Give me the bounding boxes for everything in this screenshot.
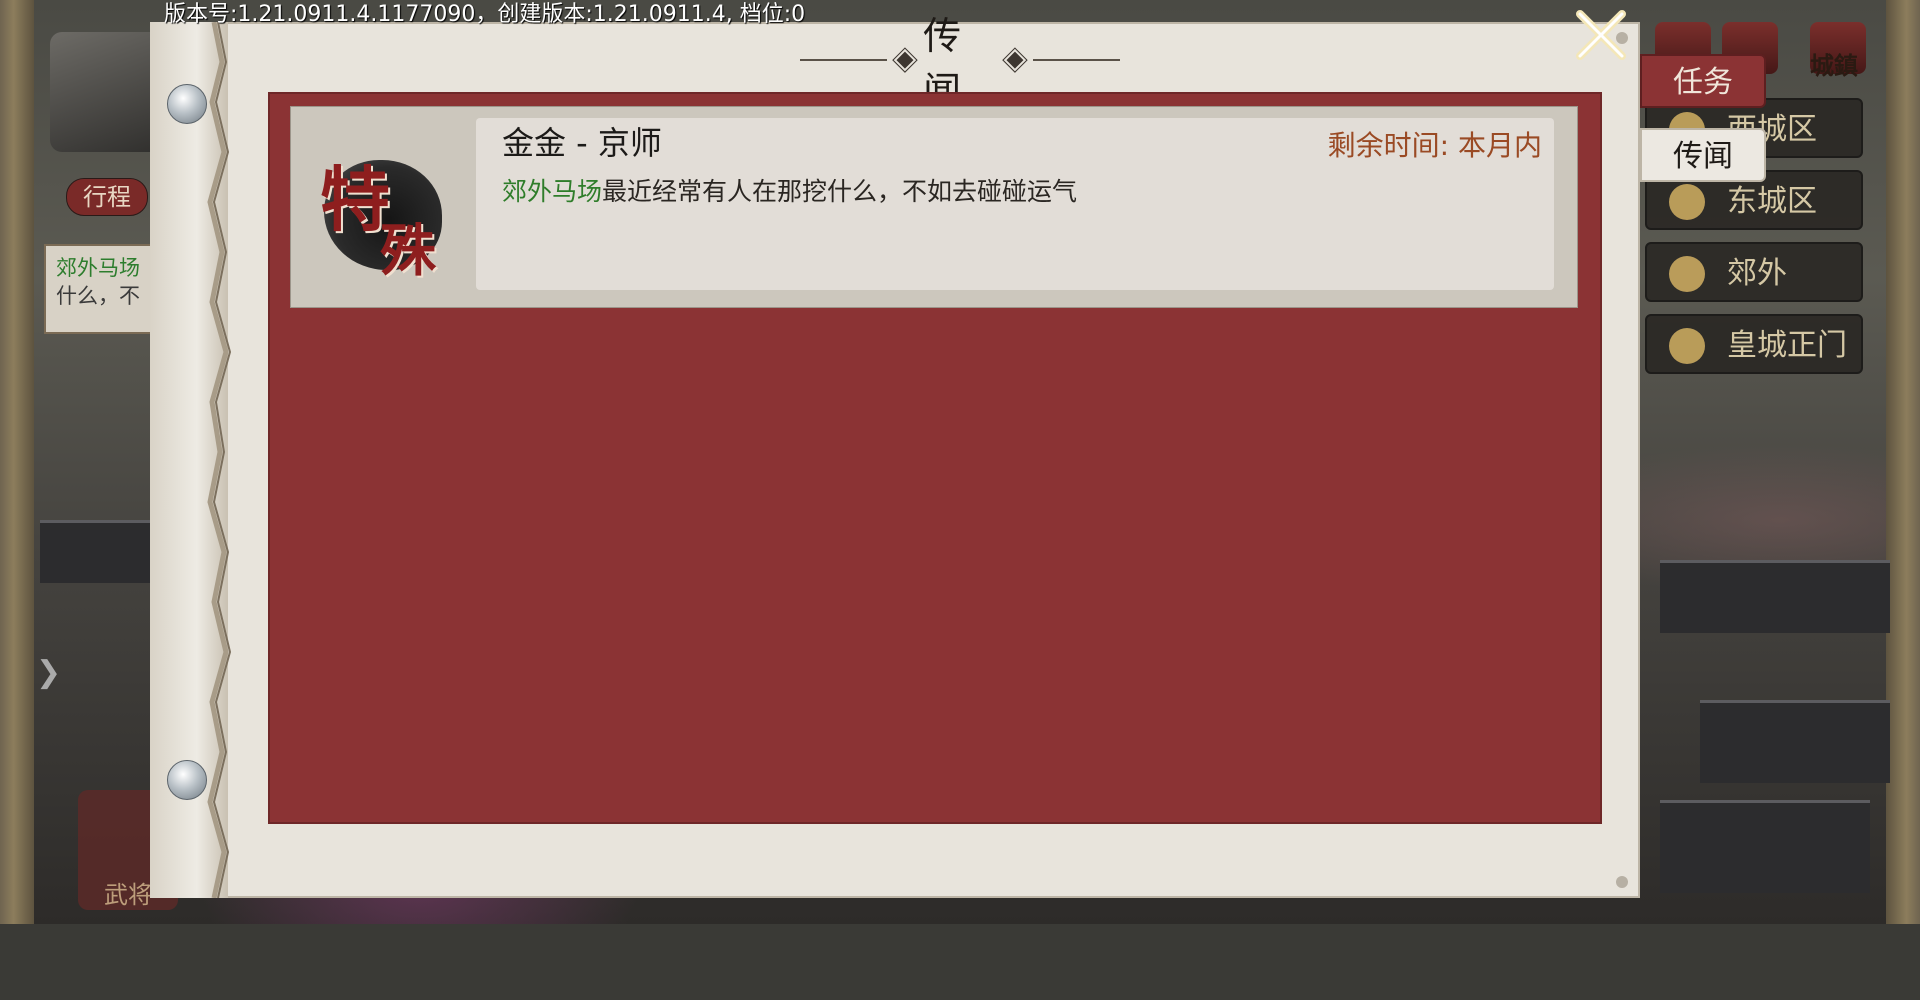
tab-task[interactable]: 任务 (1640, 54, 1766, 108)
nav-suburbs[interactable]: 郊外 (1645, 242, 1863, 302)
badge-char-2: 殊 (380, 218, 436, 284)
title-line-right (1032, 59, 1120, 61)
rumor-description: 郊外马场最近经常有人在那挖什么，不如去碰碰运气 (502, 172, 1077, 208)
title-line-left (800, 59, 888, 61)
gate-icon (1669, 328, 1705, 364)
panel-corner-rivet (1616, 876, 1628, 888)
binder-ring (167, 760, 207, 800)
binder-ring (167, 84, 207, 124)
rumor-remaining-time: 剩余时间: 本月内 (1327, 129, 1542, 162)
special-badge-icon: 特 殊 (312, 140, 452, 284)
title-diamond-icon (892, 47, 918, 73)
rumor-location-link[interactable]: 郊外马场 (502, 177, 602, 206)
title-diamond-icon (1002, 47, 1028, 73)
nav-imperial-gate[interactable]: 皇城正门 (1645, 314, 1863, 374)
generals-label: 武将 (104, 881, 152, 909)
rumor-title: 金金 - 京师 (502, 124, 662, 162)
itinerary-button[interactable]: 行程 (66, 178, 148, 216)
torn-paper-edge (207, 22, 232, 898)
hat-icon (1669, 256, 1705, 292)
background-roof (1660, 560, 1890, 633)
panel-title-bar: 传闻 (800, 14, 1120, 113)
screen-frame-left (0, 0, 34, 924)
close-icon[interactable] (1572, 6, 1630, 64)
background-roof (1700, 700, 1890, 783)
rumor-description-text: 最近经常有人在那挖什么，不如去碰碰运气 (602, 177, 1078, 206)
close-icon-glyph (1576, 10, 1626, 60)
expand-arrow-icon[interactable]: ❯ (36, 655, 61, 690)
background-roof (1660, 800, 1870, 893)
background-roof (40, 520, 160, 583)
screen-frame-right (1886, 0, 1920, 924)
pagoda-icon (1669, 184, 1705, 220)
nav-label: 皇城正门 (1727, 328, 1847, 363)
nav-label: 郊外 (1727, 256, 1787, 291)
tab-rumor[interactable]: 传闻 (1640, 128, 1766, 182)
town-label: 城鎮 (1810, 52, 1858, 80)
nav-label: 东城区 (1727, 184, 1817, 219)
version-info: 版本号:1.21.0911.4.1177090，创建版本:1.21.0911.4… (164, 2, 806, 27)
